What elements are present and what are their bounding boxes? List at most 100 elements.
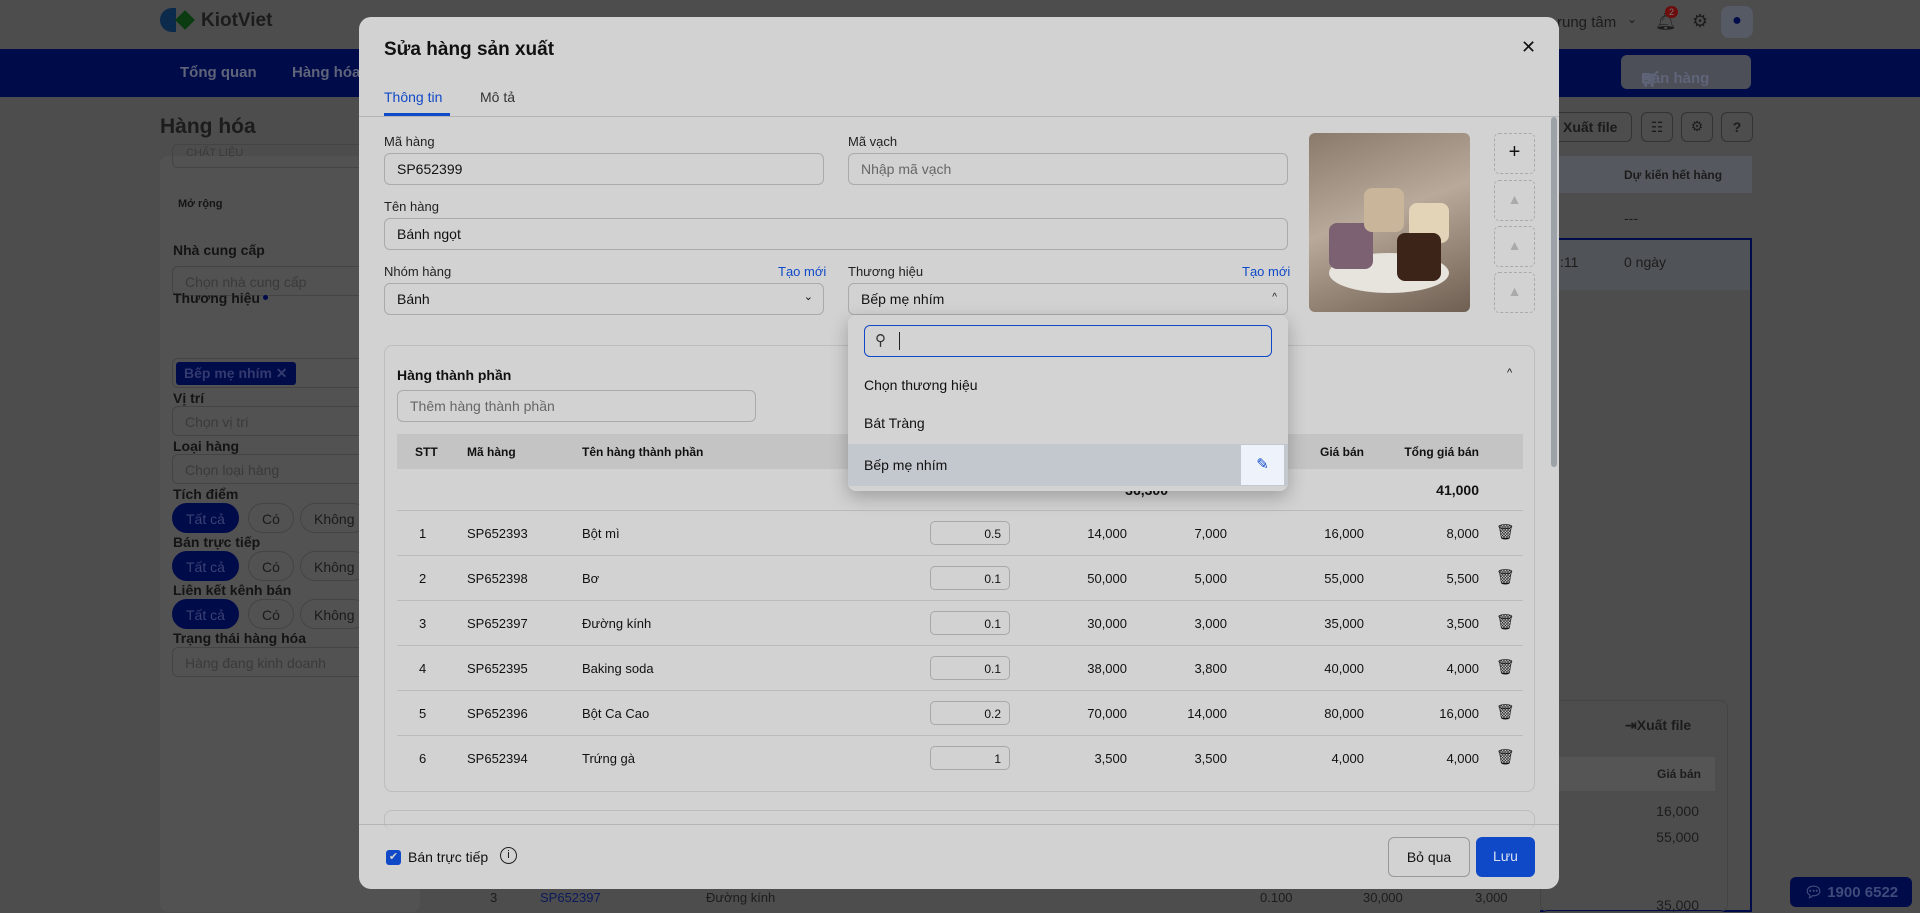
trash-icon[interactable]: 🗑︎: [1496, 658, 1515, 676]
row-total: 5,500: [1446, 571, 1479, 586]
cancel-button[interactable]: Bỏ qua: [1388, 837, 1470, 877]
sell-button[interactable]: 🛒︎ Bán hàng: [1621, 55, 1751, 89]
channel-all[interactable]: Tất cả: [172, 599, 239, 629]
status-label: Trạng thái hàng hóa: [173, 630, 307, 646]
row-stt: 6: [419, 751, 427, 766]
info-icon[interactable]: i: [500, 847, 517, 864]
expand-link[interactable]: Mở rộng: [178, 198, 222, 210]
image-placeholder-icon[interactable]: ▲: [1494, 226, 1535, 267]
tab-description[interactable]: Mô tả: [480, 89, 515, 105]
quantity-input[interactable]: 0.5: [930, 521, 1010, 545]
bg-cell: ---: [1624, 210, 1638, 226]
create-brand-link[interactable]: Tạo mới: [1242, 264, 1290, 279]
row-cost: 3,800: [1194, 661, 1227, 676]
barcode-label: Mã vạch: [848, 134, 898, 149]
direct-sale-label: Bán trực tiếp: [408, 849, 489, 865]
nav-products[interactable]: Hàng hóa: [292, 64, 360, 81]
add-image-button[interactable]: +: [1494, 133, 1535, 174]
barcode-input[interactable]: Nhập mã vạch: [848, 153, 1288, 185]
row-total: 4,000: [1446, 751, 1479, 766]
detail-export[interactable]: ⇥Xuất file: [1625, 717, 1691, 734]
supplier-label: Nhà cung cấp: [173, 242, 265, 258]
trash-icon[interactable]: 🗑︎: [1496, 748, 1515, 766]
row-price: 16,000: [1324, 526, 1364, 541]
channel-label: Liên kết kênh bán: [173, 582, 292, 598]
row-cost: 14,000: [1187, 706, 1227, 721]
row-name: Đường kính: [582, 616, 652, 631]
row-price: 80,000: [1324, 706, 1364, 721]
direct-all[interactable]: Tất cả: [172, 551, 239, 581]
dropdown-option[interactable]: Bát Tràng: [848, 403, 1288, 441]
help-icon[interactable]: ?: [1721, 112, 1753, 142]
direct-sale-checkbox[interactable]: ✔: [386, 850, 401, 865]
dropdown-option-selected[interactable]: Bếp mẹ nhím: [848, 444, 1288, 486]
table-row: 3 SP652397 Đường kính 0.1 30,000 3,000 3…: [397, 600, 1523, 645]
section-title: Hàng thành phần: [397, 367, 512, 383]
tab-info[interactable]: Thông tin: [384, 89, 442, 105]
nav-overview[interactable]: Tổng quan: [180, 64, 257, 81]
brand-select[interactable]: Bếp mẹ nhím ^: [848, 283, 1288, 315]
trash-icon[interactable]: 🗑︎: [1496, 523, 1515, 541]
points-yes[interactable]: Có: [248, 503, 294, 533]
row-unit-cost: 38,000: [1087, 661, 1127, 676]
hotline-button[interactable]: 💬︎ 1900 6522: [1790, 877, 1912, 907]
avatar[interactable]: ●: [1721, 6, 1753, 38]
active-dot-icon: [263, 295, 268, 300]
quantity-input[interactable]: 0.1: [930, 566, 1010, 590]
close-icon[interactable]: ✕: [276, 365, 288, 381]
chevron-up-icon[interactable]: ^: [1507, 367, 1512, 379]
row-cost: 3,000: [1194, 616, 1227, 631]
location-label: Vị trí: [173, 390, 205, 406]
row-unit-cost: 3,500: [1094, 751, 1127, 766]
close-icon[interactable]: ✕: [1521, 37, 1536, 58]
row-code: SP652398: [467, 571, 528, 586]
quantity-input[interactable]: 0.2: [930, 701, 1010, 725]
row-code: SP652396: [467, 706, 528, 721]
image-placeholder-icon[interactable]: ▲: [1494, 272, 1535, 313]
quantity-input[interactable]: 1: [930, 746, 1010, 770]
row-unit-cost: 14,000: [1087, 526, 1127, 541]
export-icon: ⇥: [1625, 717, 1637, 733]
next-section: [384, 810, 1535, 830]
trash-icon[interactable]: 🗑︎: [1496, 703, 1515, 721]
logo-text: KiotViet: [201, 10, 273, 31]
brand-label: Thương hiệu: [848, 264, 924, 279]
table-row: 6 SP652394 Trứng gà 1 3,500 3,500 4,000 …: [397, 735, 1523, 780]
brand-search-input[interactable]: ⚲: [864, 325, 1272, 357]
add-component-input[interactable]: Thêm hàng thành phần: [397, 390, 756, 422]
table-row: 4 SP652395 Baking soda 0.1 38,000 3,800 …: [397, 645, 1523, 690]
divider: [359, 116, 1559, 117]
save-button[interactable]: Lưu: [1476, 837, 1535, 877]
trash-icon[interactable]: 🗑︎: [1496, 568, 1515, 586]
row-cost: 5,000: [1194, 571, 1227, 586]
product-image[interactable]: [1309, 133, 1470, 312]
branch-selector[interactable]: rung tâm: [1557, 14, 1616, 31]
edit-brand-button[interactable]: ✎: [1241, 445, 1284, 485]
code-input[interactable]: SP652399: [384, 153, 824, 185]
group-label: Nhóm hàng: [384, 264, 452, 279]
direct-yes[interactable]: Có: [248, 551, 294, 581]
trash-icon[interactable]: 🗑︎: [1496, 613, 1515, 631]
image-placeholder-icon[interactable]: ▲: [1494, 180, 1535, 221]
quantity-input[interactable]: 0.1: [930, 611, 1010, 635]
dropdown-option[interactable]: Chọn thương hiệu: [848, 365, 1288, 403]
scrollbar[interactable]: [1551, 117, 1557, 467]
gear-icon[interactable]: ⚙: [1692, 11, 1708, 32]
create-group-link[interactable]: Tạo mới: [778, 264, 826, 279]
code-label: Mã hàng: [384, 134, 435, 149]
notification-badge: 2: [1665, 6, 1679, 18]
row-name: Trứng gà: [582, 751, 636, 766]
settings-icon[interactable]: ⚙: [1681, 112, 1713, 142]
row-stt: 3: [419, 616, 427, 631]
group-select[interactable]: Bánh ⌄: [384, 283, 824, 315]
channel-yes[interactable]: Có: [248, 599, 294, 629]
quantity-input[interactable]: 0.1: [930, 656, 1010, 680]
columns-icon[interactable]: ☷: [1641, 112, 1673, 142]
chevron-down-icon: ⌄: [1627, 12, 1638, 26]
footer-divider: [359, 824, 1559, 825]
row-stt: 4: [419, 661, 427, 676]
bg-table-header: Dự kiến hết hàng: [1540, 156, 1752, 193]
points-all[interactable]: Tất cả: [172, 503, 239, 533]
name-input[interactable]: Bánh ngọt: [384, 218, 1288, 250]
row-unit-cost: 30,000: [1087, 616, 1127, 631]
